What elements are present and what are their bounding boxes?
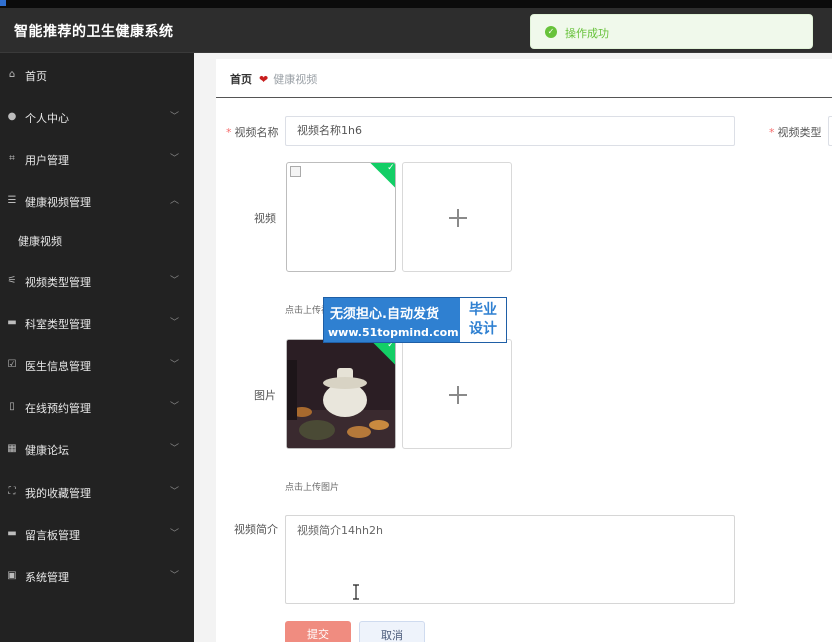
sidebar-item-label: 视频类型管理	[25, 276, 91, 289]
chevron-down-icon: ﹀	[169, 276, 179, 286]
cancel-button[interactable]: 取消	[359, 621, 425, 642]
breadcrumb-divider	[216, 97, 832, 98]
chevron-down-icon: ﹀	[169, 154, 179, 164]
video-type-select[interactable]	[828, 116, 832, 146]
label-text: 视频名称	[234, 126, 279, 139]
chevron-down-icon: ﹀	[169, 487, 179, 497]
sidebar-item-system[interactable]: ▣ 系统管理 ﹀	[0, 556, 194, 596]
breadcrumb-current: 健康视频	[273, 73, 318, 86]
sidebar-item-label: 首页	[25, 70, 47, 83]
chevron-down-icon: ﹀	[169, 529, 179, 539]
chevron-down-icon: ﹀	[169, 444, 179, 454]
video-upload-button[interactable]	[402, 162, 512, 272]
breadcrumb-home[interactable]: 首页	[230, 73, 252, 86]
form-card: 首页 ❤ 健康视频 * 视频名称 视频名称1h6 * 视频类型 视频 ✓ 点击上传视频 …	[216, 59, 832, 642]
sidebar-subitem-health-video[interactable]: 健康视频	[0, 223, 194, 257]
broken-image-icon	[290, 166, 301, 177]
chevron-up-icon: ︿	[169, 196, 179, 206]
sidebar-item-home[interactable]: ⌂ 首页	[0, 55, 194, 95]
image-label: 图片	[254, 389, 276, 402]
watermark-line1: 无须担心.自动发货	[330, 307, 439, 322]
chevron-down-icon: ﹀	[169, 360, 179, 370]
toast-message: 操作成功	[565, 27, 609, 40]
uploaded-image-preview[interactable]: ✓	[286, 339, 396, 449]
sidebar-item-label: 我的收藏管理	[25, 487, 91, 500]
window-icon	[0, 0, 6, 6]
chevron-down-icon: ﹀	[169, 112, 179, 122]
sidebar-item-favorites[interactable]: ⛶ 我的收藏管理 ﹀	[0, 472, 194, 512]
sidebar: ⌂ 首页 ● 个人中心 ﹀ ⌗ 用户管理 ﹀ ☰ 健康视频管理 ︿ 健康视频 ⚟…	[0, 53, 194, 642]
check-icon: ☑	[7, 359, 17, 370]
sidebar-item-video-management[interactable]: ☰ 健康视频管理 ︿	[0, 181, 194, 221]
sidebar-item-message-board[interactable]: ▬ 留言板管理 ﹀	[0, 514, 194, 554]
breadcrumb: 首页 ❤ 健康视频	[230, 71, 317, 87]
upload-success-badge: ✓	[369, 162, 395, 190]
sidebar-item-label: 用户管理	[25, 154, 69, 167]
user-icon: ●	[7, 111, 17, 122]
video-type-label: * 视频类型	[769, 124, 822, 140]
sidebar-item-label: 医生信息管理	[25, 360, 91, 373]
upload-image-tip: 点击上传图片	[285, 483, 340, 493]
sidebar-item-label: 个人中心	[25, 112, 69, 125]
required-mark: *	[769, 126, 775, 139]
tea-photo-icon	[287, 340, 395, 448]
sidebar-item-department-type[interactable]: ▬ 科室类型管理 ﹀	[0, 303, 194, 343]
sidebar-item-online-booking[interactable]: ▯ 在线预约管理 ﹀	[0, 387, 194, 427]
image-upload-button[interactable]	[402, 339, 512, 449]
success-check-icon: ✓	[545, 26, 557, 38]
window-top-strip	[0, 0, 832, 8]
required-mark: *	[226, 126, 232, 139]
text-cursor-icon	[353, 584, 359, 600]
intro-label: 视频简介	[234, 523, 278, 536]
watermark-side: 毕业 设计	[460, 298, 506, 342]
chevron-down-icon: ﹀	[169, 318, 179, 328]
fullscreen-icon: ⛶	[8, 486, 16, 497]
sidebar-item-personal-center[interactable]: ● 个人中心 ﹀	[0, 97, 194, 137]
sidebar-item-label: 系统管理	[25, 571, 69, 584]
submit-button[interactable]: 提交	[285, 621, 351, 642]
sidebar-item-health-forum[interactable]: ▦ 健康论坛 ﹀	[0, 429, 194, 469]
sidebar-item-label: 健康论坛	[25, 444, 69, 457]
chart-icon: ▦	[7, 443, 17, 454]
phone-icon: ▯	[9, 401, 15, 412]
video-name-input[interactable]: 视频名称1h6	[285, 116, 735, 146]
watermark-side1: 毕业	[469, 302, 497, 318]
sidebar-item-label: 健康视频管理	[25, 196, 91, 209]
sidebar-item-video-type[interactable]: ⚟ 视频类型管理 ﹀	[0, 261, 194, 301]
sidebar-item-doctor-info[interactable]: ☑ 医生信息管理 ﹀	[0, 345, 194, 385]
sidebar-item-label: 健康视频	[18, 235, 62, 248]
heart-icon: ❤	[259, 73, 269, 86]
sidebar-item-label: 在线预约管理	[25, 402, 91, 415]
watermark-side2: 设计	[469, 321, 497, 337]
list-icon: ☰	[7, 195, 17, 206]
app-title: 智能推荐的卫生健康系统	[14, 24, 174, 40]
chat-icon: ▬	[7, 317, 17, 328]
success-toast: ✓ 操作成功	[530, 14, 813, 49]
uploaded-video-preview[interactable]: ✓	[286, 162, 396, 272]
plus-icon-bar	[449, 394, 467, 396]
main-area: 首页 ❤ 健康视频 * 视频名称 视频名称1h6 * 视频类型 视频 ✓ 点击上传视频 …	[194, 53, 832, 642]
watermark-line2: www.51topmind.com	[328, 326, 459, 339]
check-icon: ✓	[387, 162, 395, 173]
crop-icon: ⌗	[9, 153, 15, 164]
chevron-down-icon: ﹀	[169, 571, 179, 581]
label-text: 视频类型	[777, 126, 822, 139]
system-icon: ▣	[7, 570, 17, 581]
plus-icon-bar	[449, 217, 467, 219]
watermark-banner: 无须担心.自动发货 www.51topmind.com 毕业 设计	[323, 297, 507, 343]
sidebar-item-user-management[interactable]: ⌗ 用户管理 ﹀	[0, 139, 194, 179]
sidebar-item-label: 留言板管理	[25, 529, 80, 542]
video-label: 视频	[254, 212, 276, 225]
board-icon: ▬	[7, 528, 17, 539]
sidebar-item-label: 科室类型管理	[25, 318, 91, 331]
video-name-label: * 视频名称	[226, 124, 279, 140]
chevron-down-icon: ﹀	[169, 402, 179, 412]
home-icon: ⌂	[8, 69, 16, 80]
sliders-icon: ⚟	[7, 275, 17, 286]
